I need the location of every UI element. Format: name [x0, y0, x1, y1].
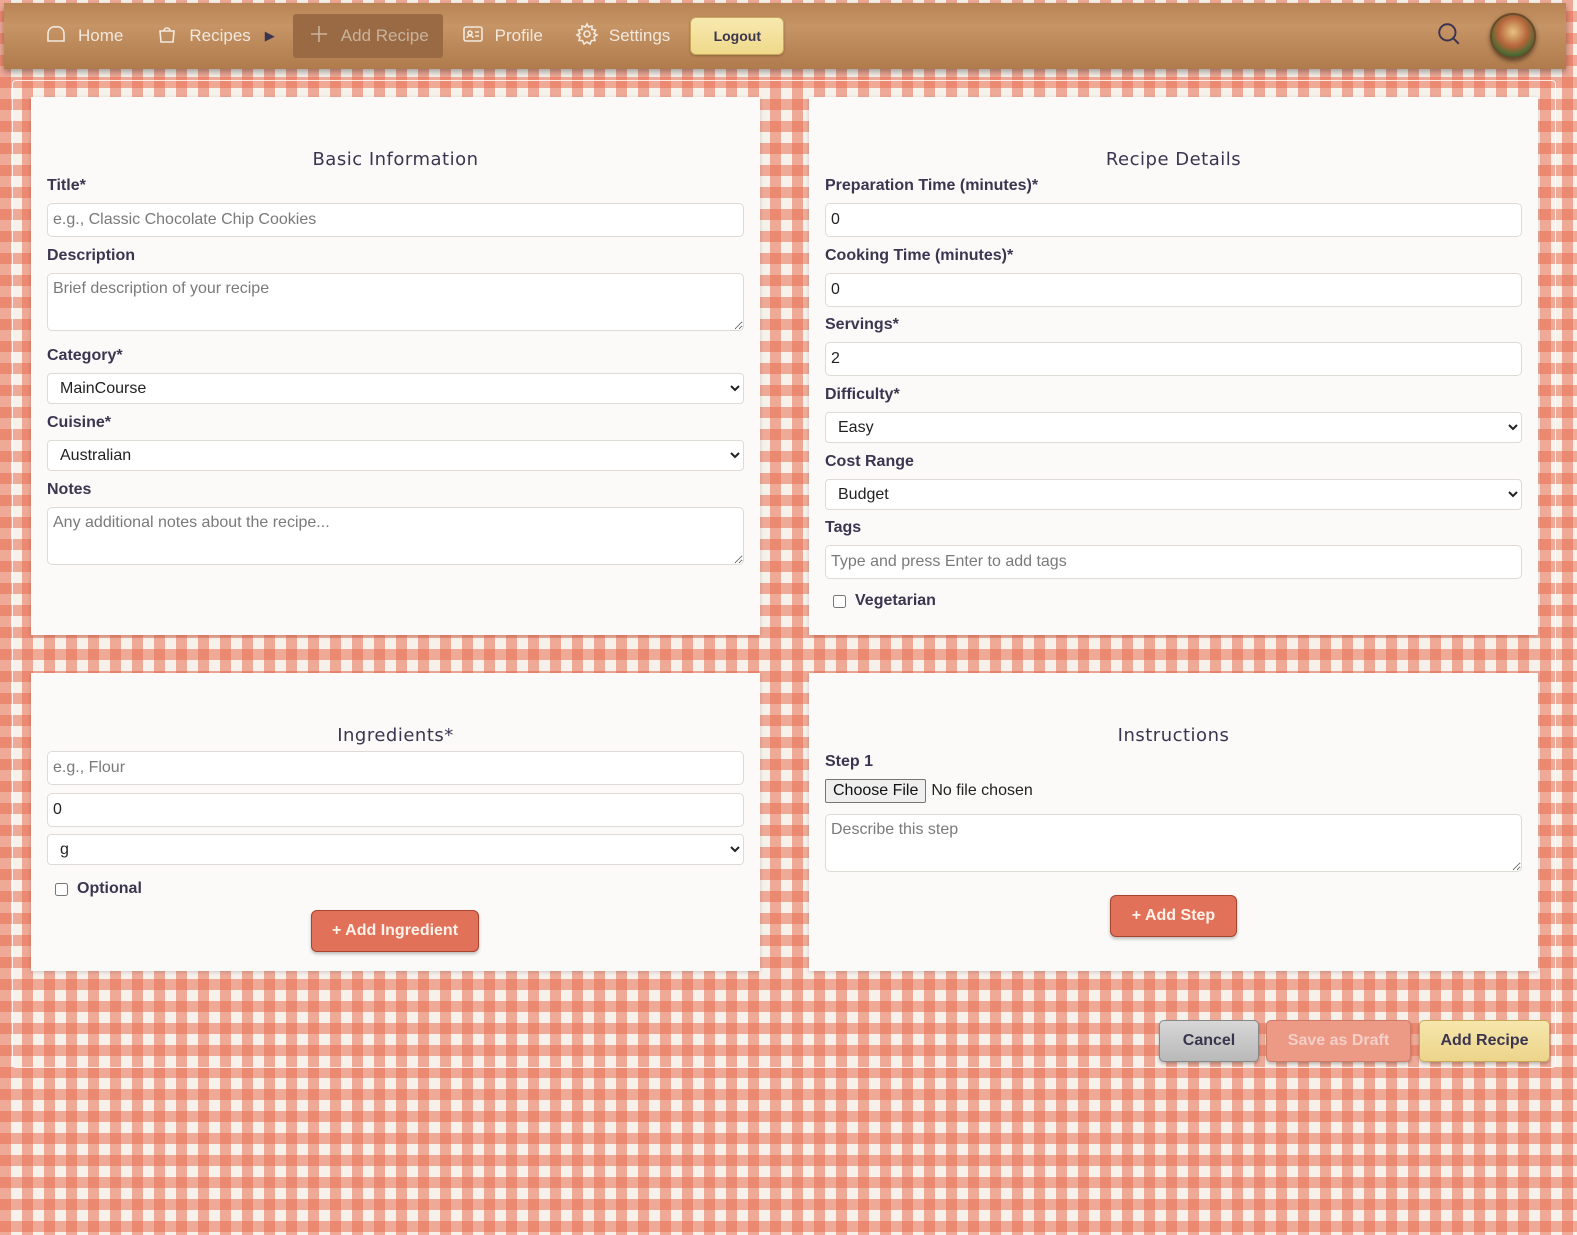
bag-icon: [155, 22, 179, 51]
vegetarian-label: Vegetarian: [855, 592, 936, 609]
profile-card-icon: [461, 22, 485, 51]
cancel-button[interactable]: Cancel: [1159, 1020, 1259, 1062]
servings-input[interactable]: [825, 342, 1522, 376]
nav-recipes[interactable]: Recipes ▶: [141, 14, 288, 58]
recipe-details-title: Recipe Details: [1105, 149, 1242, 170]
tags-label: Tags: [825, 519, 862, 536]
nav-add-recipe-label: Add Recipe: [340, 26, 429, 45]
nav-settings-label: Settings: [608, 26, 671, 45]
description-label: Description: [47, 247, 136, 264]
nav-home-label: Home: [78, 26, 124, 45]
nav-right-group: [1436, 13, 1536, 59]
file-status: No file chosen: [931, 782, 1033, 799]
optional-label: Optional: [77, 880, 142, 897]
nav-home[interactable]: Home: [30, 14, 137, 58]
prep-time-input[interactable]: [825, 203, 1522, 237]
step-textarea[interactable]: [825, 814, 1522, 872]
ingredient-name-input[interactable]: [47, 751, 744, 785]
prep-time-label: Preparation Time (minutes)*: [825, 177, 1039, 194]
add-step-button[interactable]: + Add Step: [1110, 895, 1237, 937]
gear-icon: [575, 21, 599, 51]
servings-label: Servings*: [825, 316, 899, 333]
home-icon: [44, 22, 68, 51]
category-select[interactable]: MainCourse: [47, 373, 744, 404]
caret-right-icon[interactable]: ▶: [265, 28, 275, 44]
top-navbar: Home Recipes ▶ Add Recipe Profile Settin…: [4, 3, 1566, 69]
nav-settings[interactable]: Settings: [561, 14, 684, 58]
notes-label: Notes: [47, 481, 92, 498]
optional-row: Optional: [55, 880, 142, 898]
category-label: Category*: [47, 347, 123, 364]
notes-textarea[interactable]: [47, 507, 744, 565]
title-input[interactable]: [47, 203, 744, 237]
nav-profile[interactable]: Profile: [447, 14, 557, 58]
cost-range-label: Cost Range: [825, 453, 914, 470]
cost-range-select[interactable]: Budget: [825, 479, 1522, 510]
instructions-title: Instructions: [1117, 725, 1230, 746]
difficulty-label: Difficulty*: [825, 386, 900, 403]
choose-file-button[interactable]: Choose File: [825, 779, 927, 803]
plus-icon: [307, 22, 331, 51]
nav-recipes-label: Recipes: [189, 26, 251, 45]
search-icon[interactable]: [1436, 21, 1462, 52]
basic-information-card: Basic Information Title* Description Cat…: [31, 97, 760, 635]
cuisine-select[interactable]: Australian: [47, 440, 744, 471]
vegetarian-checkbox[interactable]: [833, 594, 846, 608]
cook-time-input[interactable]: [825, 273, 1522, 307]
nav-profile-label: Profile: [494, 26, 543, 45]
basic-information-title: Basic Information: [312, 149, 479, 170]
save-draft-button[interactable]: Save as Draft: [1266, 1020, 1411, 1062]
step-image-picker: Choose File No file chosen: [825, 779, 1033, 803]
ingredient-amount-input[interactable]: [47, 793, 744, 827]
tags-input[interactable]: [825, 545, 1522, 579]
vegetarian-row: Vegetarian: [833, 592, 936, 610]
difficulty-select[interactable]: Easy: [825, 412, 1522, 443]
ingredients-card: Ingredients* g Optional + Add Ingredient: [31, 673, 760, 971]
recipe-details-card: Recipe Details Preparation Time (minutes…: [809, 97, 1538, 635]
optional-checkbox[interactable]: [55, 882, 68, 896]
instructions-card: Instructions Step 1 Choose File No file …: [809, 673, 1538, 971]
avatar[interactable]: [1490, 13, 1536, 59]
nav-add-recipe[interactable]: Add Recipe: [292, 14, 443, 58]
cuisine-label: Cuisine*: [47, 414, 112, 431]
step-label: Step 1: [825, 753, 874, 770]
logout-button[interactable]: Logout: [690, 17, 785, 55]
ingredients-title: Ingredients*: [337, 725, 454, 746]
title-label: Title*: [47, 177, 86, 194]
ingredient-unit-select[interactable]: g: [47, 834, 744, 865]
add-recipe-button[interactable]: Add Recipe: [1419, 1020, 1550, 1062]
description-textarea[interactable]: [47, 273, 744, 331]
add-ingredient-button[interactable]: + Add Ingredient: [311, 910, 479, 952]
cook-time-label: Cooking Time (minutes)*: [825, 247, 1014, 264]
